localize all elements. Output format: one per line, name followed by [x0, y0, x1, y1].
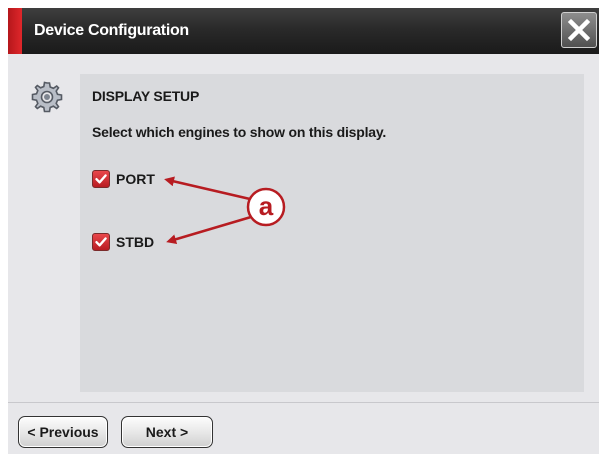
previous-button[interactable]: < Previous [18, 416, 108, 448]
next-button[interactable]: Next > [121, 416, 213, 448]
callout-arrow-port [164, 176, 251, 201]
callout-arrow-stbd [166, 215, 252, 245]
device-configuration-dialog: Device Configuration DISPLAY SETUP Selec… [8, 8, 599, 454]
callout-arrows [164, 176, 286, 245]
bottom-divider [8, 402, 599, 403]
callout-label: a [258, 191, 274, 221]
